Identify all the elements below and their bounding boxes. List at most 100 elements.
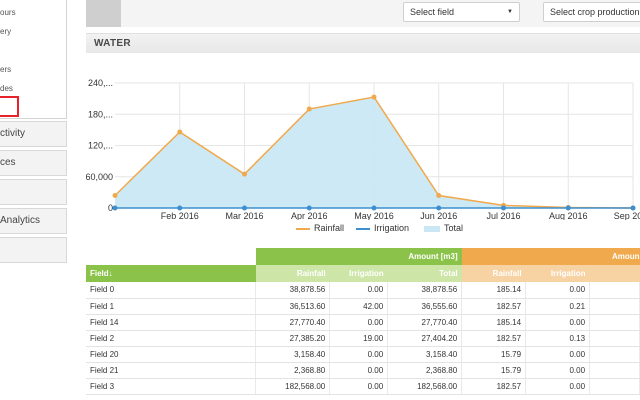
irrigation-column-header[interactable]: Irrigation: [329, 265, 388, 282]
legend-total[interactable]: Total: [424, 223, 463, 233]
sidebar: ours ery ers des ctivity ces Analytics: [0, 0, 68, 400]
irrigation-per-area-cell: 0.13: [525, 330, 591, 347]
x-tick-label: Mar 2016: [225, 211, 263, 220]
sidebar-item-label: ctivity: [0, 128, 25, 139]
irrigation-per-area-cell: 0.00: [525, 314, 591, 331]
field-select[interactable]: Select field ▼: [403, 2, 520, 22]
y-tick-label: 180,...: [88, 109, 113, 119]
irrigation-cell: 0.00: [329, 314, 389, 331]
x-tick-label: May 2016: [354, 211, 394, 220]
table-row[interactable]: Field 14 27,770.40 0.00 27,770.40 185.14 0.00: [86, 314, 640, 331]
x-tick-label: Aug 2016: [549, 211, 588, 220]
app-root: ours ery ers des ctivity ces Analytics S…: [0, 0, 640, 400]
rainfall-per-area-cell: 185.14: [461, 282, 527, 299]
rainfall-cell: 36,513.60: [255, 298, 331, 315]
table-row[interactable]: Field 2 27,385.20 19.00 27,404.20 182.57 0.13: [86, 330, 640, 347]
rainfall-per-area-cell: 182.57: [461, 378, 527, 395]
sidebar-subitem-active[interactable]: [0, 96, 19, 117]
legend-total-swatch: [424, 225, 440, 232]
irrigation-cell: 42.00: [329, 298, 389, 315]
extra-cell: [589, 298, 640, 315]
irrigation-per-area-cell: 0.00: [525, 346, 591, 363]
legend-rainfall[interactable]: Rainfall: [296, 223, 344, 233]
rainfall-per-area-cell: 15.79: [461, 346, 527, 363]
total-cell: 36,555.60: [387, 298, 463, 315]
field-column-header[interactable]: Field↓: [86, 265, 256, 282]
chevron-down-icon: ▼: [507, 9, 513, 15]
total-cell: 3,158.40: [387, 346, 463, 363]
irrigation-per-area-cell: 0.00: [525, 362, 591, 379]
rainfall-cell: 182,568.00: [255, 378, 331, 395]
sidebar-item-label: Analytics: [0, 215, 41, 226]
rainfall-cell: 3,158.40: [255, 346, 331, 363]
irrigation-per-area-cell: 0.00: [525, 378, 591, 395]
extra-column-header[interactable]: [589, 265, 640, 282]
crop-production-select[interactable]: Select crop production: [543, 2, 640, 22]
sidebar-item-blank[interactable]: [0, 179, 67, 205]
irrigation-point: [436, 205, 442, 211]
extra-cell: [589, 282, 640, 299]
table-row[interactable]: Field 21 2,368.80 0.00 2,368.80 15.79 0.00: [86, 362, 640, 379]
table-row[interactable]: Field 20 3,158.40 0.00 3,158.40 15.79 0.00: [86, 346, 640, 363]
rainfall-cell: 27,385.20: [255, 330, 331, 347]
irrigation-point: [565, 205, 571, 211]
y-tick-label: 120,...: [88, 141, 113, 151]
sidebar-subitem-ours[interactable]: ours: [0, 8, 16, 17]
rainfall-point: [112, 193, 118, 198]
rainfall-point: [306, 106, 312, 112]
irrigation-per-area-cell: 0.21: [525, 298, 591, 315]
x-tick-label: Apr 2016: [291, 211, 328, 220]
x-tick-label: Feb 2016: [161, 211, 199, 220]
table-body: Field 0 38,878.56 0.00 38,878.56 185.14 0.00 F…: [86, 282, 640, 395]
total-column-header[interactable]: Total: [387, 265, 462, 282]
field-name-cell: Field 3: [86, 378, 257, 395]
field-name-cell: Field 1: [86, 298, 257, 315]
table-row[interactable]: Field 1 36,513.60 42.00 36,555.60 182.57 0.21: [86, 298, 640, 315]
total-cell: 2,368.80: [387, 362, 463, 379]
rainfall-per-area-cell: 182.57: [461, 298, 527, 315]
sidebar-subitem-ers[interactable]: ers: [0, 65, 11, 74]
table-row[interactable]: Field 0 38,878.56 0.00 38,878.56 185.14 0.00: [86, 282, 640, 299]
irrigation-point: [371, 205, 377, 211]
sidebar-item-resources[interactable]: ces: [0, 150, 67, 176]
crop-production-select-value: Select crop production: [550, 7, 640, 17]
extra-cell: [589, 378, 640, 395]
sidebar-item-activity[interactable]: ctivity: [0, 121, 67, 147]
irrigation-cell: 0.00: [329, 346, 389, 363]
sidebar-item-blank-2[interactable]: [0, 237, 67, 263]
rainfall-per-area-column-header[interactable]: Rainfall: [461, 265, 526, 282]
sidebar-item-label: ces: [0, 157, 16, 168]
extra-cell: [589, 330, 640, 347]
table-corner: [86, 248, 256, 265]
y-tick-label: 240,...: [88, 78, 113, 88]
field-name-cell: Field 14: [86, 314, 257, 331]
rainfall-column-header[interactable]: Rainfall: [255, 265, 330, 282]
extra-cell: [589, 362, 640, 379]
group-amount-header: Amount [m3]: [255, 248, 462, 265]
toolbar-thumbnail: [86, 0, 121, 27]
irrigation-cell: 0.00: [329, 282, 389, 299]
rainfall-cell: 2,368.80: [255, 362, 331, 379]
x-tick-label: Sep 2016: [614, 211, 640, 220]
field-name-cell: Field 2: [86, 330, 257, 347]
rainfall-point: [177, 129, 183, 135]
legend-total-label: Total: [444, 223, 464, 233]
extra-cell: [589, 314, 640, 331]
total-cell: 182,568.00: [387, 378, 463, 395]
sidebar-subitem-ery[interactable]: ery: [0, 27, 11, 36]
group-amount-per-area-header: Amoun: [461, 248, 640, 265]
irrigation-cell: 19.00: [329, 330, 389, 347]
irrigation-per-area-cell: 0.00: [525, 282, 591, 299]
sidebar-subitem-des[interactable]: des: [0, 84, 13, 93]
sidebar-item-analytics[interactable]: Analytics: [0, 208, 67, 234]
irrigation-cell: 0.00: [329, 362, 389, 379]
rainfall-per-area-cell: 185.14: [461, 314, 527, 331]
legend-irrigation[interactable]: Irrigation: [356, 223, 409, 233]
irrigation-per-area-column-header[interactable]: Irrigation: [525, 265, 590, 282]
rainfall-point: [371, 94, 377, 100]
legend-rainfall-swatch: [296, 227, 310, 230]
rainfall-cell: 38,878.56: [255, 282, 331, 299]
table-row[interactable]: Field 3 182,568.00 0.00 182,568.00 182.57 0.0…: [86, 378, 640, 395]
field-name-cell: Field 20: [86, 346, 257, 363]
x-tick-label: Jun 2016: [420, 211, 457, 220]
